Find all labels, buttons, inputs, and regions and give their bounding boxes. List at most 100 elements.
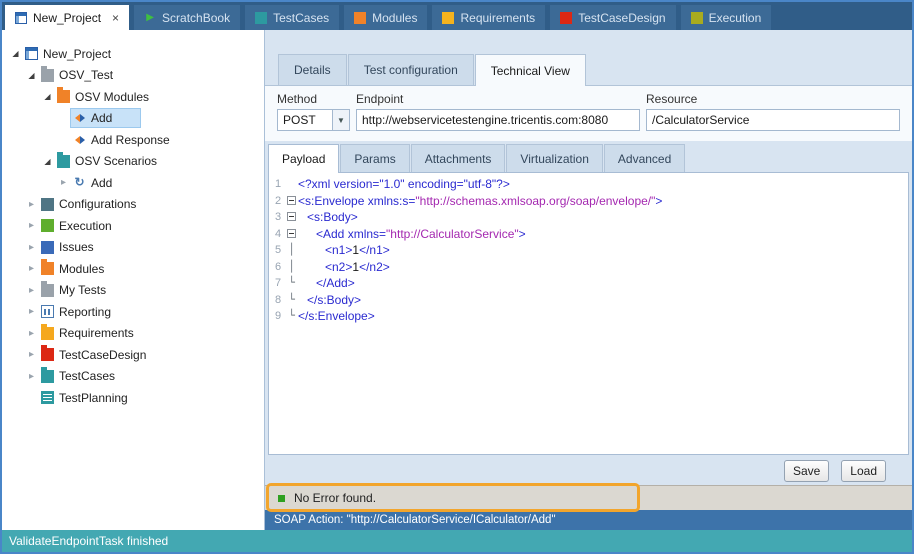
collapse-arrow-icon[interactable]: ◢ (40, 92, 55, 101)
doc-tab-modules[interactable]: Modules (344, 5, 427, 30)
fold-minus-icon[interactable] (287, 196, 296, 205)
doc-tab-requirements[interactable]: Requirements (432, 5, 545, 30)
tree-item-requirements[interactable]: ▸ Requirements (2, 323, 264, 345)
fold-guide: │ (285, 259, 298, 276)
expand-arrow-icon[interactable]: ▸ (24, 199, 39, 210)
folder-gray-icon (41, 284, 54, 297)
fold-toggle-icon[interactable] (285, 193, 298, 210)
tree-item-new_project[interactable]: ◢ New_Project (2, 43, 264, 65)
doc-tab-execution[interactable]: Execution (681, 5, 772, 30)
fold-minus-icon[interactable] (287, 229, 296, 238)
tree-item-execution[interactable]: ▸Execution (2, 215, 264, 237)
tree-item-testcases[interactable]: ▸TestCases (2, 366, 264, 388)
main-top-spacer (265, 30, 912, 54)
soap-action-bar: SOAP Action: "http://CalculatorService/I… (265, 510, 912, 530)
main-panel: DetailsTest configurationTechnical View … (265, 30, 912, 530)
code-text: <n1>1</n1> (298, 242, 390, 259)
view-tab-technical-view[interactable]: Technical View (475, 54, 586, 86)
collapse-arrow-icon[interactable]: ◢ (24, 71, 39, 80)
expand-arrow-icon[interactable]: ▸ (24, 328, 39, 339)
tree-item-configurations[interactable]: ▸Configurations (2, 194, 264, 216)
method-select[interactable]: POST ▼ (277, 109, 350, 131)
load-button[interactable]: Load (841, 460, 886, 482)
testcases-icon (255, 12, 267, 24)
tree-item-body: New_Project (23, 45, 117, 63)
tree-item-osv-modules[interactable]: ◢OSV Modules (2, 86, 264, 108)
tree-item-add[interactable]: ▸↻Add (2, 172, 264, 194)
fold-guide (285, 176, 298, 193)
payload-tab-attachments[interactable]: Attachments (411, 144, 506, 172)
tree-item-modules[interactable]: ▸Modules (2, 258, 264, 280)
endpoint-label: Endpoint (356, 92, 640, 106)
tree-item-testplanning[interactable]: TestPlanning (2, 387, 264, 409)
payload-editor[interactable]: 1<?xml version="1.0" encoding="utf-8"?>2… (268, 172, 909, 455)
folder-amber-icon (41, 327, 54, 340)
chevron-down-icon[interactable]: ▼ (332, 110, 349, 130)
doc-tab-scratchbook[interactable]: ▶ScratchBook (134, 5, 240, 30)
code-segment: "http://schemas.xmlsoap.org/soap/envelop… (415, 194, 655, 208)
code-line-5: 5│<n1>1</n1> (269, 242, 908, 259)
execution-icon (691, 12, 703, 24)
collapse-arrow-icon[interactable]: ◢ (8, 49, 23, 58)
expand-arrow-icon[interactable]: ▸ (24, 349, 39, 360)
tab-close-icon[interactable]: × (112, 13, 119, 23)
tree-item-body: Execution (39, 217, 118, 235)
expand-arrow-icon[interactable]: ▸ (24, 220, 39, 231)
payload-tab-virtualization[interactable]: Virtualization (506, 144, 602, 172)
tree-item-label: Requirements (59, 326, 134, 340)
tree-item-osv_test[interactable]: ◢OSV_Test (2, 65, 264, 87)
tree-item-reporting[interactable]: ▸Reporting (2, 301, 264, 323)
tree-item-issues[interactable]: ▸Issues (2, 237, 264, 259)
expand-arrow-icon[interactable]: ▸ (24, 263, 39, 274)
expand-arrow-icon[interactable]: ▸ (24, 242, 39, 253)
payload-tab-params[interactable]: Params (340, 144, 409, 172)
code-line-2: 2<s:Envelope xmlns:s="http://schemas.xml… (269, 193, 908, 210)
tree-item-body: Add Response (71, 131, 176, 149)
tree-item-label: New_Project (43, 47, 111, 61)
project-icon (25, 47, 38, 60)
fold-guide: └ (285, 292, 298, 309)
tree-item-add[interactable]: Add (2, 108, 264, 130)
play-icon: ▶ (144, 12, 156, 24)
view-tab-test-configuration[interactable]: Test configuration (348, 54, 474, 85)
fold-toggle-icon[interactable] (285, 226, 298, 243)
view-tab-details[interactable]: Details (278, 54, 347, 85)
resource-input[interactable] (646, 109, 900, 131)
doc-tab-new_project[interactable]: New_Project× (5, 5, 129, 30)
folder-orange-icon (57, 90, 70, 103)
code-line-1: 1<?xml version="1.0" encoding="utf-8"?> (269, 176, 908, 193)
tree-item-my-tests[interactable]: ▸My Tests (2, 280, 264, 302)
expand-arrow-icon[interactable]: ▸ (24, 285, 39, 296)
expand-arrow-icon[interactable]: ▸ (24, 371, 39, 382)
window-status-bar: ValidateEndpointTask finished (2, 530, 912, 552)
fold-guide: └ (285, 308, 298, 325)
tree-item-body: Requirements (39, 324, 140, 342)
testcasedesign-icon (560, 12, 572, 24)
tree-item-body: Configurations (39, 195, 142, 213)
tree-item-label: OSV Scenarios (75, 154, 157, 168)
payload-tab-advanced[interactable]: Advanced (604, 144, 685, 172)
doc-tab-testcases[interactable]: TestCases (245, 5, 339, 30)
collapse-arrow-icon[interactable]: ◢ (40, 157, 55, 166)
save-button[interactable]: Save (784, 460, 829, 482)
tree-item-add-response[interactable]: Add Response (2, 129, 264, 151)
code-text: </Add> (298, 275, 355, 292)
code-line-9: 9└</s:Envelope> (269, 308, 908, 325)
endpoint-input[interactable] (356, 109, 640, 131)
fold-toggle-icon[interactable] (285, 209, 298, 226)
validation-status-strip: No Error found. (265, 485, 912, 510)
endpoint-field-group: Endpoint (356, 92, 640, 131)
payload-tab-payload[interactable]: Payload (268, 144, 339, 173)
fold-minus-icon[interactable] (287, 212, 296, 221)
tree-item-osv-scenarios[interactable]: ◢ OSV Scenarios (2, 151, 264, 173)
expand-arrow-icon[interactable]: ▸ (24, 306, 39, 317)
line-number: 4 (269, 226, 285, 243)
view-tab-bar: DetailsTest configurationTechnical View (265, 54, 912, 85)
tree-item-label: TestCaseDesign (59, 348, 146, 362)
fold-guide: └ (285, 275, 298, 292)
expand-arrow-icon[interactable]: ▸ (56, 177, 71, 188)
code-segment: > (519, 227, 526, 241)
tree-item-body: My Tests (39, 281, 112, 299)
tree-item-testcasedesign[interactable]: ▸ TestCaseDesign (2, 344, 264, 366)
doc-tab-testcasedesign[interactable]: TestCaseDesign (550, 5, 675, 30)
